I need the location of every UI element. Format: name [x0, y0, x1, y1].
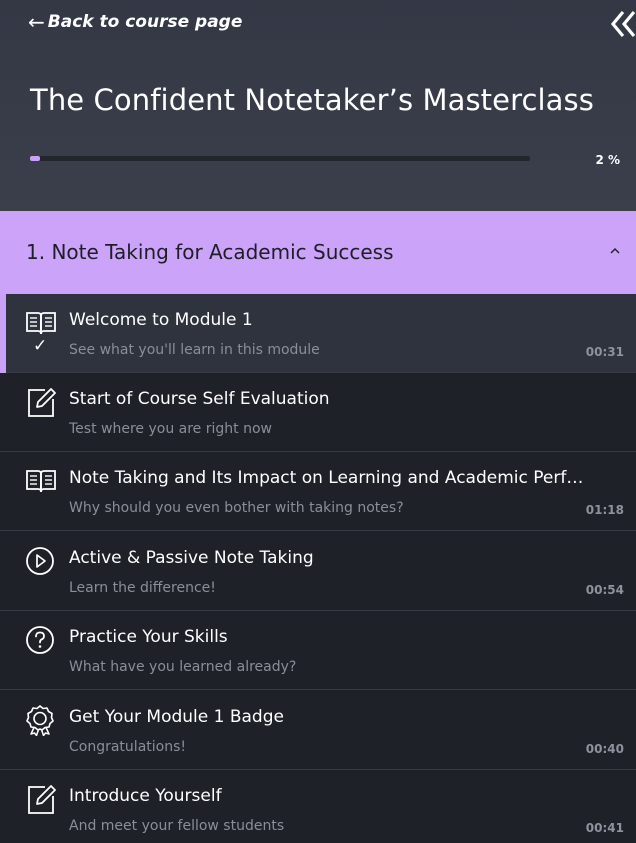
lesson-item-active-passive[interactable]: Active & Passive Note Taking Learn the d…	[0, 532, 636, 611]
module-1-header[interactable]: 1. Note Taking for Academic Success	[0, 211, 636, 294]
lesson-title: Active & Passive Note Taking	[69, 548, 314, 568]
lesson-title: Get Your Module 1 Badge	[69, 707, 284, 727]
lesson-subtitle: Why should you even bother with taking n…	[69, 500, 404, 516]
course-progress-fill	[30, 156, 40, 161]
course-progress-bar	[30, 156, 530, 161]
lesson-item-introduce-yourself[interactable]: Introduce Yourself And meet your fellow …	[0, 770, 636, 843]
lesson-title: Start of Course Self Evaluation	[69, 389, 330, 409]
badge-icon	[26, 705, 54, 736]
lesson-title: Note Taking and Its Impact on Learning a…	[69, 468, 589, 488]
active-lesson-indicator	[0, 294, 6, 373]
lesson-subtitle: Test where you are right now	[69, 421, 272, 437]
course-progress-percent: 2 %	[595, 153, 620, 167]
lesson-item-welcome[interactable]: ✓ Welcome to Module 1 See what you'll le…	[0, 294, 636, 373]
completed-check-icon: ✓	[33, 336, 48, 356]
course-header: ← Back to course page The Confident Note…	[0, 0, 636, 211]
double-chevron-left-icon	[610, 10, 636, 38]
lesson-subtitle: Congratulations!	[69, 739, 186, 755]
lesson-item-self-evaluation[interactable]: Start of Course Self Evaluation Test whe…	[0, 373, 636, 452]
edit-icon	[28, 388, 56, 417]
lesson-duration: 00:40	[585, 742, 624, 756]
collapse-sidebar-button[interactable]	[610, 10, 636, 38]
lesson-duration: 00:54	[585, 583, 624, 597]
course-title: The Confident Notetaker’s Masterclass	[30, 83, 594, 117]
play-circle-icon	[26, 547, 54, 575]
lesson-item-module-badge[interactable]: Get Your Module 1 Badge Congratulations!…	[0, 691, 636, 770]
module-title: 1. Note Taking for Academic Success	[26, 240, 394, 264]
lesson-title: Welcome to Module 1	[69, 310, 253, 330]
chevron-up-icon[interactable]	[609, 246, 621, 256]
arrow-left-icon: ←	[28, 10, 45, 34]
book-icon	[26, 470, 56, 493]
back-to-course-link[interactable]: ← Back to course page	[28, 12, 242, 32]
lesson-item-practice-skills[interactable]: Practice Your Skills What have you learn…	[0, 611, 636, 690]
lesson-title: Practice Your Skills	[69, 627, 228, 647]
lesson-duration: 01:18	[585, 503, 624, 517]
question-circle-icon	[26, 626, 54, 654]
lesson-subtitle: Learn the difference!	[69, 580, 216, 596]
lesson-subtitle: And meet your fellow students	[69, 818, 285, 834]
lesson-title: Introduce Yourself	[69, 786, 222, 806]
lesson-duration: 00:41	[585, 821, 624, 835]
lesson-duration: 00:31	[585, 345, 624, 359]
lesson-subtitle: What have you learned already?	[69, 659, 297, 675]
lesson-subtitle: See what you'll learn in this module	[69, 342, 320, 358]
lesson-item-note-taking-impact[interactable]: Note Taking and Its Impact on Learning a…	[0, 452, 636, 531]
book-icon	[26, 312, 56, 335]
back-link-label: Back to course page	[47, 12, 243, 32]
edit-icon	[28, 785, 56, 814]
